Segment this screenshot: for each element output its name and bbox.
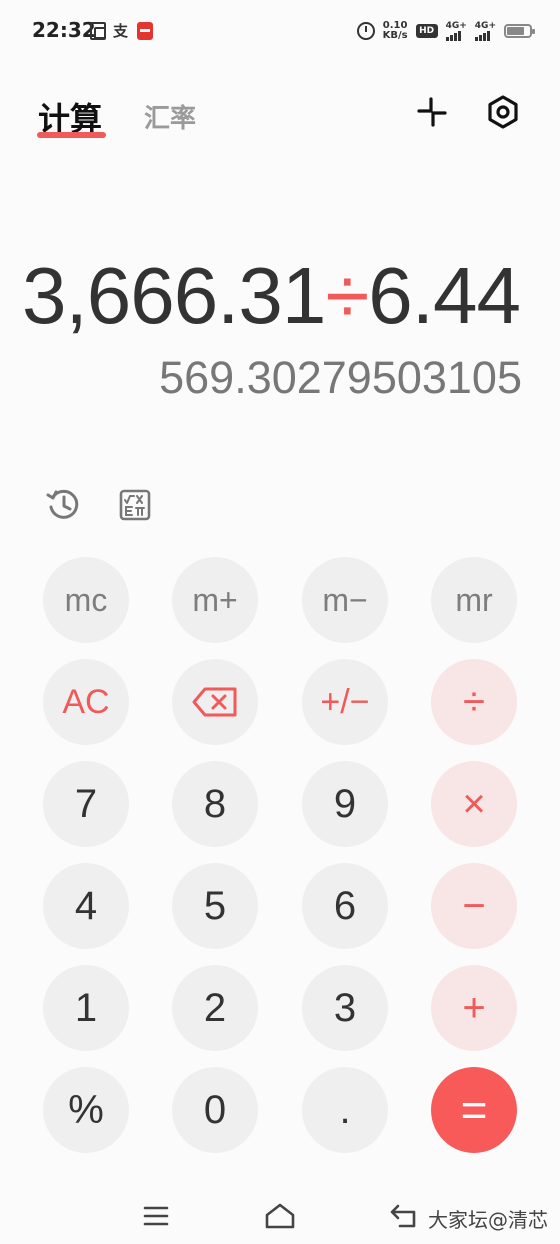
nav-home-button[interactable] bbox=[260, 1196, 300, 1236]
nav-recent-apps-button[interactable] bbox=[136, 1196, 176, 1236]
notification-alipay-icon: 支 bbox=[113, 22, 129, 40]
menu-icon bbox=[143, 1206, 169, 1226]
backspace-icon bbox=[192, 687, 237, 717]
key-backspace[interactable] bbox=[172, 659, 258, 745]
key-percent[interactable]: % bbox=[43, 1067, 129, 1153]
key-1[interactable]: 1 bbox=[43, 965, 129, 1051]
key-add[interactable]: + bbox=[431, 965, 517, 1051]
key-memory-add[interactable]: m+ bbox=[172, 557, 258, 643]
key-5[interactable]: 5 bbox=[172, 863, 258, 949]
key-equals[interactable]: = bbox=[431, 1067, 517, 1153]
hd-voice-icon: HD bbox=[415, 24, 438, 38]
key-divide[interactable]: ÷ bbox=[431, 659, 517, 745]
settings-button[interactable] bbox=[481, 90, 525, 134]
key-9[interactable]: 9 bbox=[302, 761, 388, 847]
alarm-icon bbox=[356, 22, 375, 40]
network-speed: 0.10 KB/s bbox=[383, 21, 408, 41]
history-button[interactable] bbox=[42, 483, 86, 527]
expression-display: 3,666.31÷6.44 bbox=[21, 250, 521, 342]
result-display: 569.30279503105 bbox=[159, 352, 522, 403]
watermark: 大家坛@清芯 bbox=[428, 1208, 548, 1232]
back-icon bbox=[390, 1204, 416, 1228]
notification-app-icon bbox=[90, 22, 106, 40]
key-8[interactable]: 8 bbox=[172, 761, 258, 847]
signal-icon: 4G+ bbox=[474, 20, 496, 41]
status-bar: 22:32 支 0.10 KB/s HD 4G+ 4G+ bbox=[0, 0, 560, 62]
operand-2: 6.44 bbox=[368, 251, 521, 340]
signal-icon: 4G+ bbox=[445, 20, 467, 41]
scientific-button[interactable] bbox=[113, 483, 157, 527]
signal-label: 4G+ bbox=[445, 20, 467, 31]
battery-icon bbox=[504, 24, 535, 38]
key-7[interactable]: 7 bbox=[43, 761, 129, 847]
signal-label: 4G+ bbox=[474, 20, 496, 31]
app-header: 计算 汇率 bbox=[0, 80, 560, 150]
operator: ÷ bbox=[325, 251, 369, 340]
key-all-clear[interactable]: AC bbox=[43, 659, 129, 745]
home-icon bbox=[265, 1203, 295, 1229]
notification-app-icon bbox=[137, 22, 153, 40]
key-3[interactable]: 3 bbox=[302, 965, 388, 1051]
key-4[interactable]: 4 bbox=[43, 863, 129, 949]
shrink-button[interactable] bbox=[410, 90, 454, 134]
key-subtract[interactable]: − bbox=[431, 863, 517, 949]
scientific-icon bbox=[119, 489, 151, 521]
key-toggle-sign[interactable]: +/− bbox=[302, 659, 388, 745]
key-2[interactable]: 2 bbox=[172, 965, 258, 1051]
active-tab-indicator bbox=[37, 132, 106, 138]
key-memory-subtract[interactable]: m− bbox=[302, 557, 388, 643]
key-memory-clear[interactable]: mc bbox=[43, 557, 129, 643]
history-icon bbox=[46, 489, 79, 519]
nav-back-button[interactable] bbox=[384, 1196, 424, 1236]
shrink-icon bbox=[417, 97, 447, 127]
status-time: 22:32 bbox=[32, 18, 96, 42]
key-6[interactable]: 6 bbox=[302, 863, 388, 949]
tab-exchange-rate[interactable]: 汇率 bbox=[144, 98, 196, 135]
key-multiply[interactable]: × bbox=[431, 761, 517, 847]
operand-1: 3,666.31 bbox=[21, 251, 326, 340]
key-memory-recall[interactable]: mr bbox=[431, 557, 517, 643]
key-0[interactable]: 0 bbox=[172, 1067, 258, 1153]
settings-icon bbox=[488, 95, 518, 129]
key-decimal[interactable]: . bbox=[302, 1067, 388, 1153]
network-speed-unit: KB/s bbox=[382, 30, 408, 41]
